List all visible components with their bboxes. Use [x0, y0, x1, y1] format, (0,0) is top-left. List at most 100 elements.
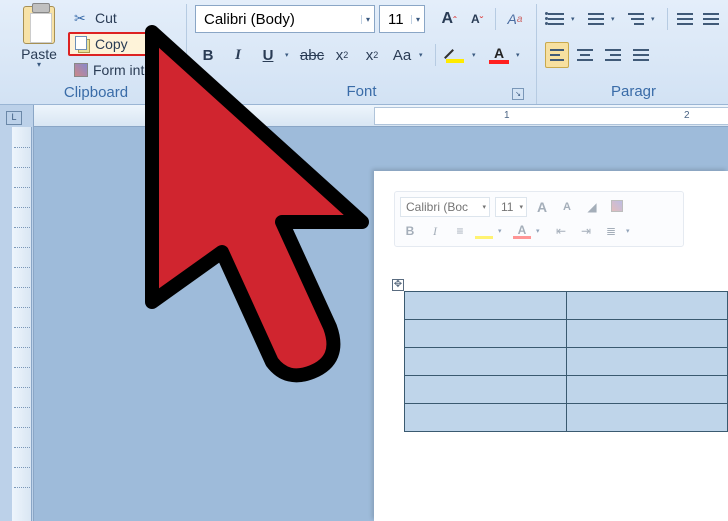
copy-label: Copy — [95, 36, 128, 52]
table-row[interactable] — [405, 376, 728, 404]
table-cell[interactable] — [405, 404, 567, 432]
table-move-handle[interactable]: ✥ — [392, 279, 404, 291]
table-row[interactable] — [405, 292, 728, 320]
numbering-dropdown[interactable]: ▾ — [611, 15, 621, 23]
align-center-button[interactable] — [573, 42, 597, 68]
group-font: Calibri (Body) ▾ 11 ▾ Aˆ Aˇ Aa — [187, 4, 537, 104]
paste-button[interactable]: Paste ▾ — [14, 4, 64, 82]
mini-shrink-font[interactable]: A — [557, 201, 577, 213]
mini-highlight-dd[interactable]: ▾ — [498, 227, 508, 235]
mini-font-name[interactable]: Calibri (Boc▾ — [400, 197, 490, 217]
table-row[interactable] — [405, 320, 728, 348]
mini-bold[interactable]: B — [400, 224, 420, 238]
bold-button[interactable]: B — [195, 41, 221, 69]
decrease-indent-button[interactable] — [674, 6, 696, 32]
clipboard-dialog-launcher[interactable]: ↘ — [162, 89, 174, 101]
font-name-value: Calibri (Body) — [204, 11, 295, 28]
align-left-button[interactable] — [545, 42, 569, 68]
increase-indent-button[interactable] — [700, 6, 722, 32]
change-case-button[interactable]: Aa — [389, 41, 415, 69]
highlight-dropdown[interactable]: ▾ — [472, 51, 482, 59]
clear-formatting-button[interactable]: Aa — [502, 6, 528, 32]
document-area[interactable]: 1 2 Calibri (Boc▾ 11▾ A A ◢ B — [34, 105, 728, 521]
workspace: L 1 2 Calibri (Boc▾ — [0, 105, 728, 521]
font-group-label: Font — [346, 81, 376, 104]
mini-increase-indent[interactable]: ⇥ — [576, 224, 596, 238]
align-justify-button[interactable] — [629, 42, 653, 68]
format-painter-label: Form inter — [93, 62, 157, 78]
table-cell[interactable] — [566, 320, 728, 348]
highlight-button[interactable] — [442, 41, 468, 69]
change-case-dropdown[interactable]: ▾ — [419, 51, 429, 59]
copy-button[interactable]: Copy — [68, 32, 163, 56]
mini-bullets-dd[interactable]: ▾ — [626, 227, 636, 235]
mini-font-color-dd[interactable]: ▾ — [536, 227, 546, 235]
font-color-dropdown[interactable]: ▾ — [516, 51, 526, 59]
document-table[interactable] — [404, 291, 728, 432]
table-cell[interactable] — [405, 292, 567, 320]
underline-button[interactable]: U — [255, 41, 281, 69]
bullets-dropdown[interactable]: ▾ — [571, 15, 581, 23]
document-page[interactable]: Calibri (Boc▾ 11▾ A A ◢ B I ≡ ▾ A — [374, 171, 728, 521]
multilevel-dropdown[interactable]: ▾ — [651, 15, 661, 23]
mini-decrease-indent[interactable]: ⇤ — [551, 224, 571, 238]
mini-italic[interactable]: I — [425, 224, 445, 239]
subscript-button[interactable]: x2 — [329, 41, 355, 69]
cut-button[interactable]: ✂ Cut — [68, 6, 163, 30]
paintbrush-icon — [74, 63, 88, 77]
mini-font-size[interactable]: 11▾ — [495, 197, 527, 217]
grow-font-button[interactable]: Aˆ — [437, 6, 461, 32]
chevron-down-icon: ▾ — [361, 15, 370, 24]
horizontal-ruler: 1 2 — [34, 105, 728, 127]
group-paragraph: ▾ ▾ ▾ — [537, 4, 722, 104]
clipboard-group-label: Clipboard — [64, 82, 128, 105]
ruler-mark-2: 2 — [684, 110, 690, 121]
copy-icon — [76, 37, 90, 51]
underline-dropdown[interactable]: ▾ — [285, 51, 295, 59]
font-dialog-launcher[interactable]: ↘ — [512, 88, 524, 100]
vertical-ruler — [12, 127, 32, 521]
paste-icon — [23, 6, 55, 44]
format-painter-button[interactable]: Form inter — [68, 58, 163, 82]
table-row[interactable] — [405, 404, 728, 432]
table-cell[interactable] — [566, 292, 728, 320]
chevron-down-icon: ▾ — [37, 60, 41, 69]
bullets-button[interactable] — [545, 6, 567, 32]
italic-button[interactable]: I — [225, 41, 251, 69]
ribbon: Paste ▾ ✂ Cut Copy Form inter Cl — [0, 0, 728, 105]
tab-selector[interactable]: L — [6, 111, 22, 125]
mini-styles[interactable]: ◢ — [582, 200, 602, 214]
table-cell[interactable] — [566, 376, 728, 404]
mini-grow-font[interactable]: A — [532, 199, 552, 215]
table-cell[interactable] — [566, 404, 728, 432]
font-size-value: 11 — [388, 11, 404, 28]
numbering-button[interactable] — [585, 6, 607, 32]
mini-highlight[interactable] — [475, 223, 493, 239]
font-color-button[interactable]: A — [486, 41, 512, 69]
font-color-icon: A — [489, 45, 509, 65]
table-row[interactable] — [405, 348, 728, 376]
table-cell[interactable] — [405, 376, 567, 404]
highlighter-icon — [446, 46, 464, 64]
scissors-icon: ✂ — [74, 10, 90, 27]
mini-align-center[interactable]: ≡ — [450, 224, 470, 238]
cut-label: Cut — [95, 10, 117, 26]
table-cell[interactable] — [566, 348, 728, 376]
mini-font-color[interactable]: A — [513, 223, 531, 239]
mini-toolbar: Calibri (Boc▾ 11▾ A A ◢ B I ≡ ▾ A — [394, 191, 684, 247]
ruler-mark-1: 1 — [504, 110, 510, 121]
shrink-font-button[interactable]: Aˇ — [465, 6, 489, 32]
chevron-down-icon: ▾ — [411, 15, 420, 24]
strikethrough-button[interactable]: abc — [299, 41, 325, 69]
mini-format-painter[interactable] — [607, 200, 627, 215]
table-cell[interactable] — [405, 320, 567, 348]
table-cell[interactable] — [405, 348, 567, 376]
group-clipboard: Paste ▾ ✂ Cut Copy Form inter Cl — [6, 4, 187, 104]
font-size-combo[interactable]: 11 ▾ — [379, 5, 425, 33]
multilevel-list-button[interactable] — [625, 6, 647, 32]
mini-bullets[interactable]: ≣ — [601, 224, 621, 238]
font-name-combo[interactable]: Calibri (Body) ▾ — [195, 5, 375, 33]
align-right-button[interactable] — [601, 42, 625, 68]
paragraph-group-label: Paragr — [611, 81, 656, 104]
superscript-button[interactable]: x2 — [359, 41, 385, 69]
